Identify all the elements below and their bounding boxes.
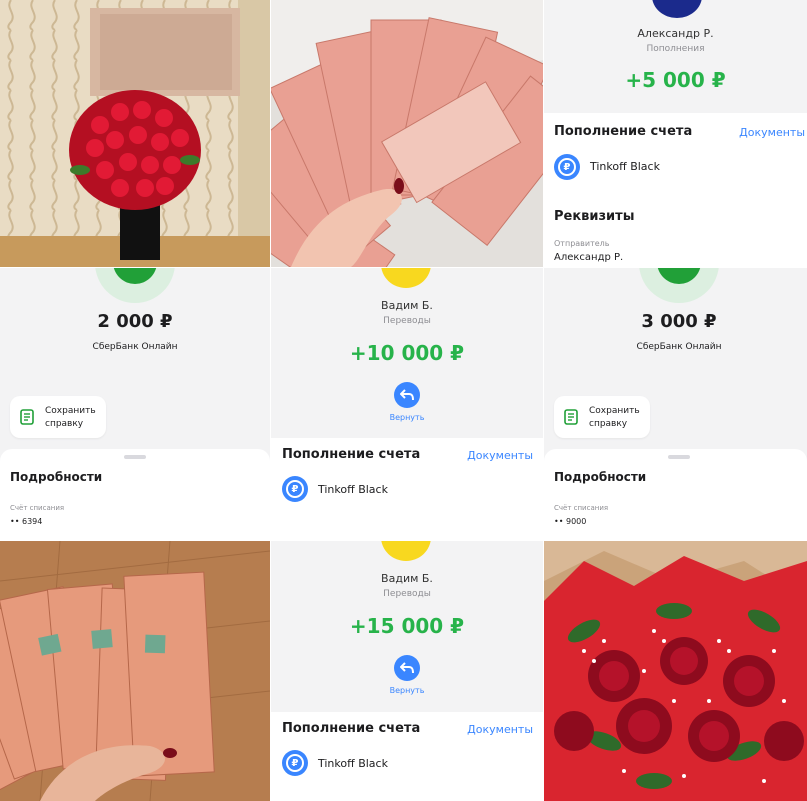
transfer-amount: +10 000 ₽ xyxy=(349,341,465,365)
card-name[interactable]: Tinkoff Black xyxy=(318,483,388,496)
documents-link[interactable]: Документы xyxy=(467,723,533,736)
save-receipt-button[interactable]: Сохранить справку xyxy=(554,396,650,438)
return-arrow-icon xyxy=(400,662,414,674)
account-value: •• 6394 xyxy=(10,517,43,526)
account-label: Счёт списания xyxy=(554,504,609,512)
document-icon xyxy=(564,409,578,425)
tinkoff-logo-icon xyxy=(381,541,431,561)
tinkoff-transfer-screen-10000: Вадим Б. Переводы +10 000 ₽ Вернуть Попо… xyxy=(271,268,543,540)
details-panel: Подробности Счёт списания •• 9000 xyxy=(544,449,807,540)
transfer-category: Переводы xyxy=(383,316,431,326)
section-title: Пополнение счета xyxy=(554,124,693,139)
details-title: Подробности xyxy=(10,470,103,484)
section-title: Пополнение счета xyxy=(282,721,421,736)
save-button-line2: справку xyxy=(589,419,628,429)
transfer-amount: +5 000 ₽ xyxy=(625,68,726,92)
photo-rose-bouquet xyxy=(544,541,807,801)
sender-name: Александр Р. xyxy=(637,27,714,40)
sber-transfer-screen-3000: 3 000 ₽ СберБанк Онлайн Сохранить справк… xyxy=(544,268,807,540)
documents-link[interactable]: Документы xyxy=(739,126,805,139)
transfer-category: Переводы xyxy=(383,589,431,599)
sender-name: Вадим Б. xyxy=(381,299,433,312)
sender-name: Вадим Б. xyxy=(381,572,433,585)
transfer-category: Пополнения xyxy=(646,44,705,54)
photo-banknotes-image xyxy=(271,0,543,267)
account-topup-panel: Пополнение счета Документы ₽ Tinkoff Bla… xyxy=(271,712,543,801)
account-value: •• 9000 xyxy=(554,517,587,526)
transfer-amount: 3 000 ₽ xyxy=(641,311,717,332)
bank-name: СберБанк Онлайн xyxy=(636,342,722,352)
document-icon xyxy=(20,409,34,425)
account-topup-panel: Пополнение счета Документы ₽ Tinkoff Bla… xyxy=(271,438,543,540)
ruble-icon: ₽ xyxy=(282,476,308,502)
transfer-details-screen-5000: Александр Р. Пополнения +5 000 ₽ Пополне… xyxy=(544,0,807,267)
photo-hand-with-banknotes xyxy=(271,0,543,267)
account-label: Счёт списания xyxy=(10,504,65,512)
drag-handle[interactable] xyxy=(124,455,146,459)
tinkoff-logo-icon xyxy=(652,0,702,18)
transfer-amount: +15 000 ₽ xyxy=(349,614,465,638)
card-name[interactable]: Tinkoff Black xyxy=(590,160,660,173)
return-button[interactable] xyxy=(394,382,420,408)
requisites-title: Реквизиты xyxy=(554,209,635,224)
details-title: Подробности xyxy=(554,470,647,484)
tinkoff-logo-icon xyxy=(381,268,431,288)
return-label[interactable]: Вернуть xyxy=(271,686,543,695)
save-receipt-button[interactable]: Сохранить справку xyxy=(10,396,106,438)
transfer-amount: 2 000 ₽ xyxy=(97,311,173,332)
save-button-line2: справку xyxy=(45,419,84,429)
photo-girl-with-roses xyxy=(0,0,270,267)
save-button-line1: Сохранить xyxy=(45,406,96,416)
ruble-icon: ₽ xyxy=(554,154,580,180)
card-name[interactable]: Tinkoff Black xyxy=(318,757,388,770)
tinkoff-transfer-screen-15000: Вадим Б. Переводы +15 000 ₽ Вернуть Попо… xyxy=(271,541,543,801)
return-label[interactable]: Вернуть xyxy=(271,413,543,422)
details-panel: Подробности Счёт списания •• 6394 xyxy=(0,449,270,540)
return-button[interactable] xyxy=(394,655,420,681)
section-title: Пополнение счета xyxy=(282,447,421,462)
photo-collage: Александр Р. Пополнения +5 000 ₽ Пополне… xyxy=(0,0,807,801)
documents-link[interactable]: Документы xyxy=(467,449,533,462)
sender-value: Александр Р. xyxy=(554,252,624,263)
photo-5000-banknotes-image xyxy=(0,541,270,801)
photo-girl-with-roses-image xyxy=(0,0,270,267)
sender-label: Отправитель xyxy=(554,239,610,248)
drag-handle[interactable] xyxy=(668,455,690,459)
photo-rose-bouquet-image xyxy=(544,541,807,801)
ruble-icon: ₽ xyxy=(282,750,308,776)
account-topup-panel: Пополнение счета Документы ₽ Tinkoff Bla… xyxy=(544,113,807,267)
sber-transfer-screen-2000: 2 000 ₽ СберБанк Онлайн Сохранить справк… xyxy=(0,268,270,540)
photo-hand-with-5000-banknotes xyxy=(0,541,270,801)
save-button-line1: Сохранить xyxy=(589,406,640,416)
bank-name: СберБанк Онлайн xyxy=(92,342,178,352)
return-arrow-icon xyxy=(400,389,414,401)
